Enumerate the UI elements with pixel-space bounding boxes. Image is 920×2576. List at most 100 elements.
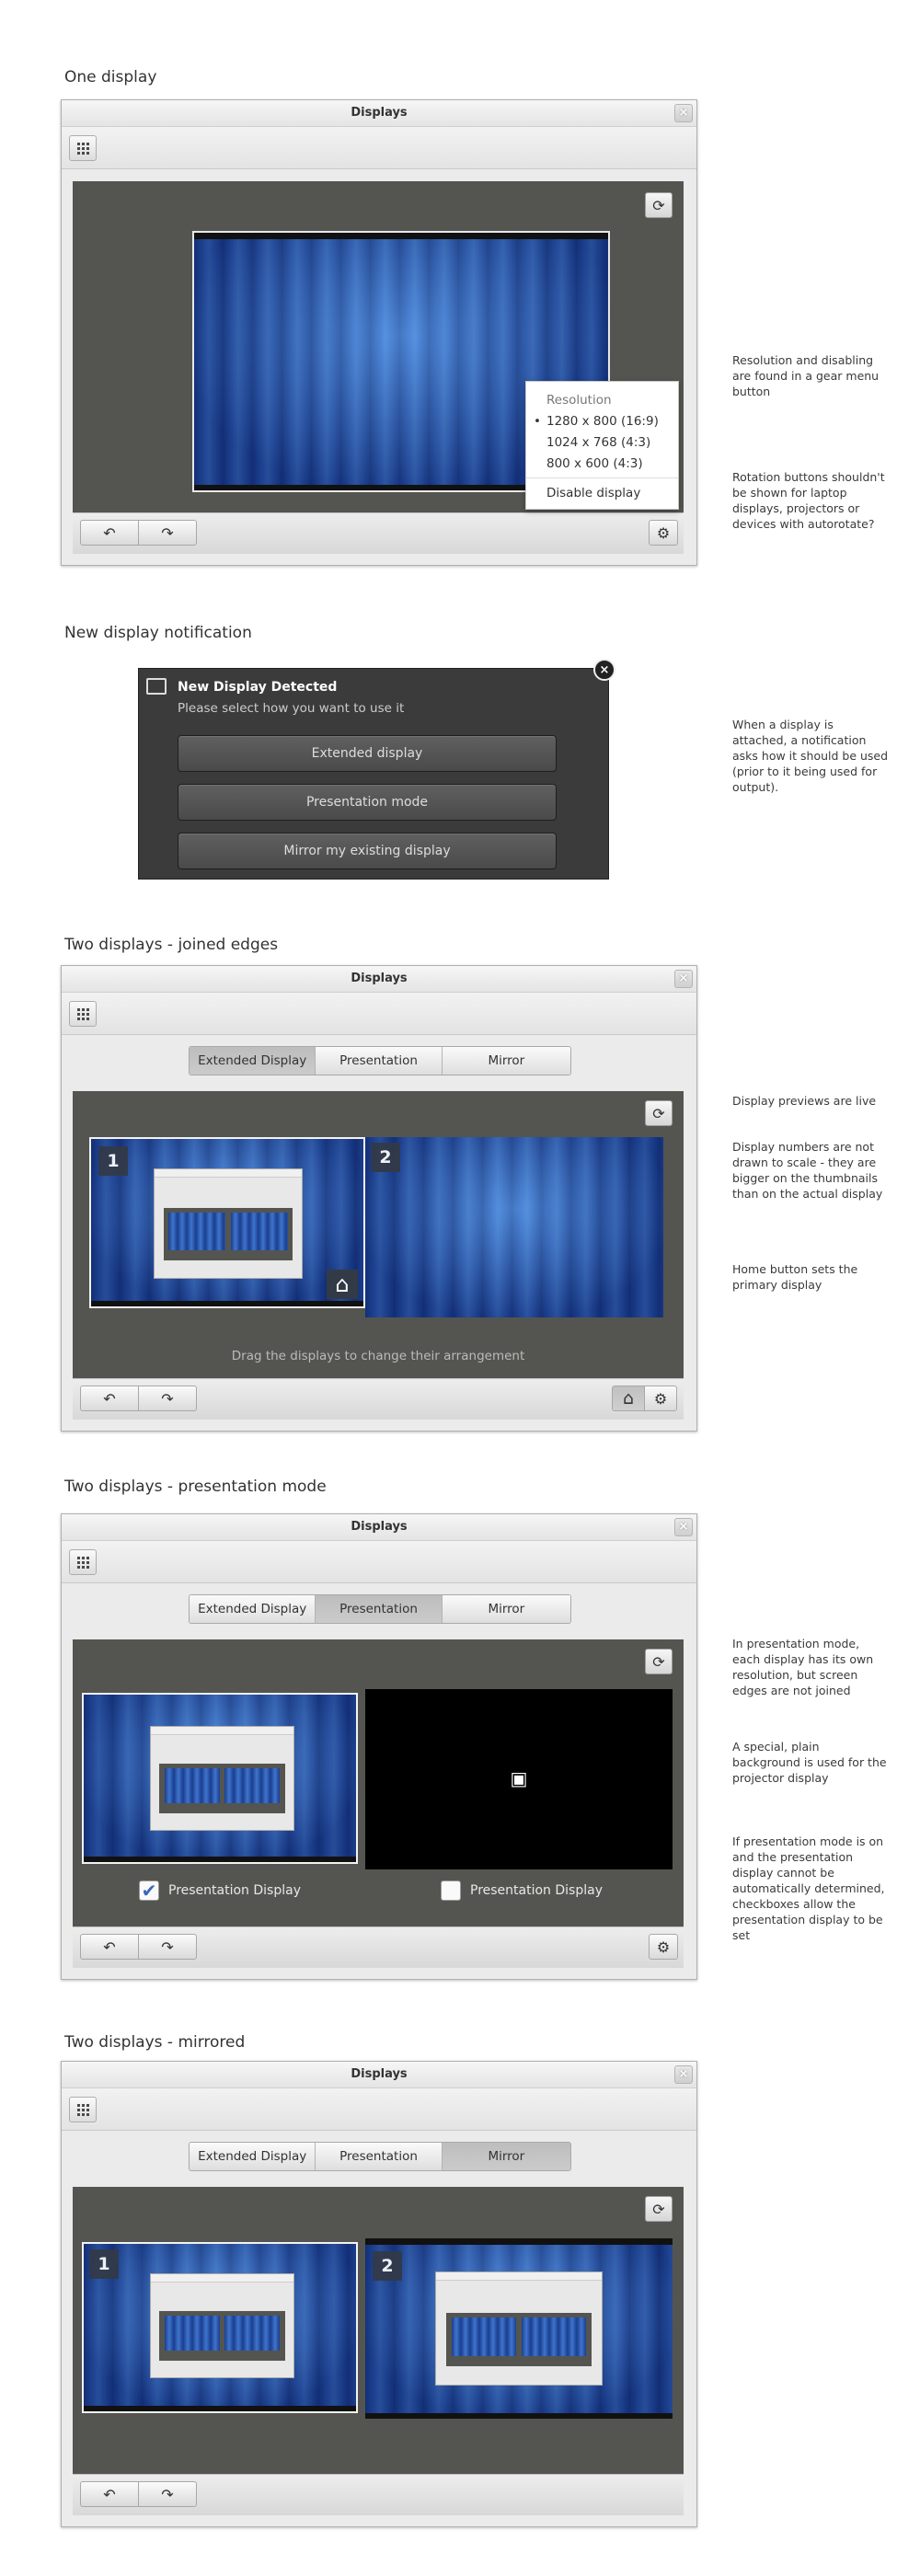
- mode-mirror[interactable]: Mirror: [442, 1595, 570, 1623]
- set-primary-button[interactable]: ⌂: [612, 1386, 645, 1411]
- gear-button[interactable]: ⚙: [644, 1386, 677, 1411]
- bottom-button-bar: ↶ ↷: [73, 2474, 684, 2515]
- presentation-mode-button[interactable]: Presentation mode: [178, 784, 557, 821]
- display-preview-2[interactable]: 2: [365, 1137, 663, 1317]
- window-titlebar: Displays ×: [62, 2062, 696, 2088]
- display-arrangement-area: ⟳ 1 2: [73, 2187, 684, 2514]
- toolbar: [62, 1541, 696, 1583]
- note-rotation: Rotation buttons shouldn't be shown for …: [732, 470, 885, 531]
- mode-mirror[interactable]: Mirror: [442, 2143, 570, 2170]
- preview-bottom-bar: [91, 1301, 363, 1306]
- preview-top-bar: [194, 233, 608, 239]
- app-grid-button[interactable]: [69, 1001, 97, 1027]
- menu-selected-bullet: •: [534, 414, 541, 429]
- display-preview-1[interactable]: [84, 1695, 356, 1862]
- display-preview-2[interactable]: 2: [365, 2238, 673, 2419]
- close-button[interactable]: ×: [674, 2065, 693, 2084]
- menu-item-resolution-1[interactable]: 1280 x 800 (16:9): [546, 414, 659, 429]
- refresh-icon: ⟳: [652, 1652, 665, 1671]
- section-title-notification: New display notification: [64, 624, 252, 642]
- rotate-left-button[interactable]: ↶: [80, 1934, 139, 1960]
- gear-button[interactable]: ⚙: [649, 1934, 678, 1960]
- close-icon: ×: [678, 106, 689, 120]
- gear-icon: ⚙: [656, 1938, 671, 1956]
- display-icon: [146, 678, 167, 695]
- note-presentation-edges: In presentation mode, each display has i…: [732, 1637, 874, 1697]
- rotate-right-icon: ↷: [161, 1389, 174, 1408]
- display-number-badge: 1: [98, 1146, 128, 1176]
- mode-mirror[interactable]: Mirror: [442, 1047, 570, 1075]
- rotate-left-button[interactable]: ↶: [80, 520, 139, 546]
- note-presentation-background: A special, plain background is used for …: [732, 1740, 887, 1785]
- app-grid-button[interactable]: [69, 135, 97, 161]
- rotate-right-button[interactable]: ↷: [138, 1934, 197, 1960]
- close-button[interactable]: ×: [674, 1518, 693, 1536]
- menu-item-resolution-3[interactable]: 800 x 600 (4:3): [546, 456, 643, 471]
- display-arrangement-area: ⟳ Resolution • 1280 x 800 (16:9) 1024 x …: [73, 181, 684, 512]
- mode-presentation[interactable]: Presentation: [316, 1595, 443, 1623]
- presentation-display-checkbox-1[interactable]: ✔: [139, 1880, 159, 1902]
- displays-window-joined: Displays × Extended Display Presentation…: [61, 965, 697, 1432]
- gear-icon: ⚙: [653, 1389, 668, 1408]
- toolbar: [62, 993, 696, 1035]
- bottom-button-bar: ↶ ↷ ⚙: [73, 512, 684, 554]
- app-grid-button[interactable]: [69, 2097, 97, 2122]
- rotate-left-button[interactable]: ↶: [80, 2481, 139, 2507]
- presentation-display-checkbox-2[interactable]: [441, 1880, 461, 1901]
- rotate-left-icon: ↶: [103, 1938, 116, 1956]
- close-button[interactable]: ×: [674, 104, 693, 122]
- note-notification: When a display is attached, a notificati…: [732, 718, 889, 794]
- mode-switcher: Extended Display Presentation Mirror: [189, 1594, 571, 1624]
- toolbar: [62, 2088, 696, 2131]
- notification-close-button[interactable]: ×: [593, 659, 615, 681]
- close-button[interactable]: ×: [674, 970, 693, 988]
- display-number-badge: 2: [373, 2251, 402, 2281]
- mode-extended-display[interactable]: Extended Display: [190, 1595, 316, 1623]
- projector-display-preview[interactable]: ▣: [365, 1689, 673, 1869]
- check-icon: ✔: [141, 1880, 157, 1902]
- section-title-presentation: Two displays - presentation mode: [64, 1478, 327, 1496]
- mini-window-thumbnail: [435, 2271, 603, 2386]
- refresh-button[interactable]: ⟳: [645, 192, 673, 218]
- close-icon: ×: [678, 2067, 689, 2081]
- mode-presentation[interactable]: Presentation: [316, 1047, 443, 1075]
- preview-bottom-bar: [365, 2413, 673, 2419]
- note-live: Display previews are live: [732, 1094, 877, 1108]
- projector-icon: ▣: [510, 1767, 528, 1789]
- rotate-left-icon: ↶: [103, 1389, 116, 1408]
- extended-display-button[interactable]: Extended display: [178, 735, 557, 772]
- rotate-left-button[interactable]: ↶: [80, 1386, 139, 1411]
- window-title: Displays: [351, 106, 408, 120]
- refresh-button[interactable]: ⟳: [645, 1649, 673, 1674]
- display-number-badge: 2: [371, 1143, 400, 1172]
- close-icon: ×: [599, 662, 610, 677]
- mirror-display-button[interactable]: Mirror my existing display: [178, 833, 557, 869]
- display-preview-1[interactable]: 1: [84, 2244, 356, 2411]
- rotate-right-button[interactable]: ↷: [138, 1386, 197, 1411]
- refresh-button[interactable]: ⟳: [645, 1100, 673, 1126]
- home-icon: ⌂: [622, 1388, 635, 1409]
- menu-header-resolution: Resolution: [546, 393, 612, 408]
- window-title: Displays: [351, 2067, 408, 2081]
- mode-switcher: Extended Display Presentation Mirror: [189, 1046, 571, 1075]
- display-arrangement-area: ⟳ ▣ ✔ Presentation Display Presentation …: [73, 1639, 684, 1926]
- display-preview-1[interactable]: 1 ⌂: [91, 1139, 363, 1306]
- rotate-right-icon: ↷: [161, 2485, 174, 2503]
- mode-presentation[interactable]: Presentation: [316, 2143, 443, 2170]
- menu-item-resolution-2[interactable]: 1024 x 768 (4:3): [546, 435, 650, 450]
- menu-item-disable-display[interactable]: Disable display: [546, 486, 640, 500]
- gear-button[interactable]: ⚙: [649, 520, 678, 546]
- app-grid-button[interactable]: [69, 1549, 97, 1575]
- window-title: Displays: [351, 1520, 408, 1534]
- mode-extended-display[interactable]: Extended Display: [190, 2143, 316, 2170]
- mini-window-thumbnail: [154, 1168, 303, 1279]
- close-icon: ×: [678, 972, 689, 985]
- refresh-icon: ⟳: [652, 2200, 665, 2218]
- rotate-right-button[interactable]: ↷: [138, 2481, 197, 2507]
- notification-title: New Display Detected: [178, 680, 338, 695]
- grid-icon: [76, 142, 89, 155]
- refresh-button[interactable]: ⟳: [645, 2196, 673, 2222]
- rotate-right-button[interactable]: ↷: [138, 520, 197, 546]
- new-display-notification: New Display Detected Please select how y…: [138, 668, 609, 880]
- mode-extended-display[interactable]: Extended Display: [190, 1047, 316, 1075]
